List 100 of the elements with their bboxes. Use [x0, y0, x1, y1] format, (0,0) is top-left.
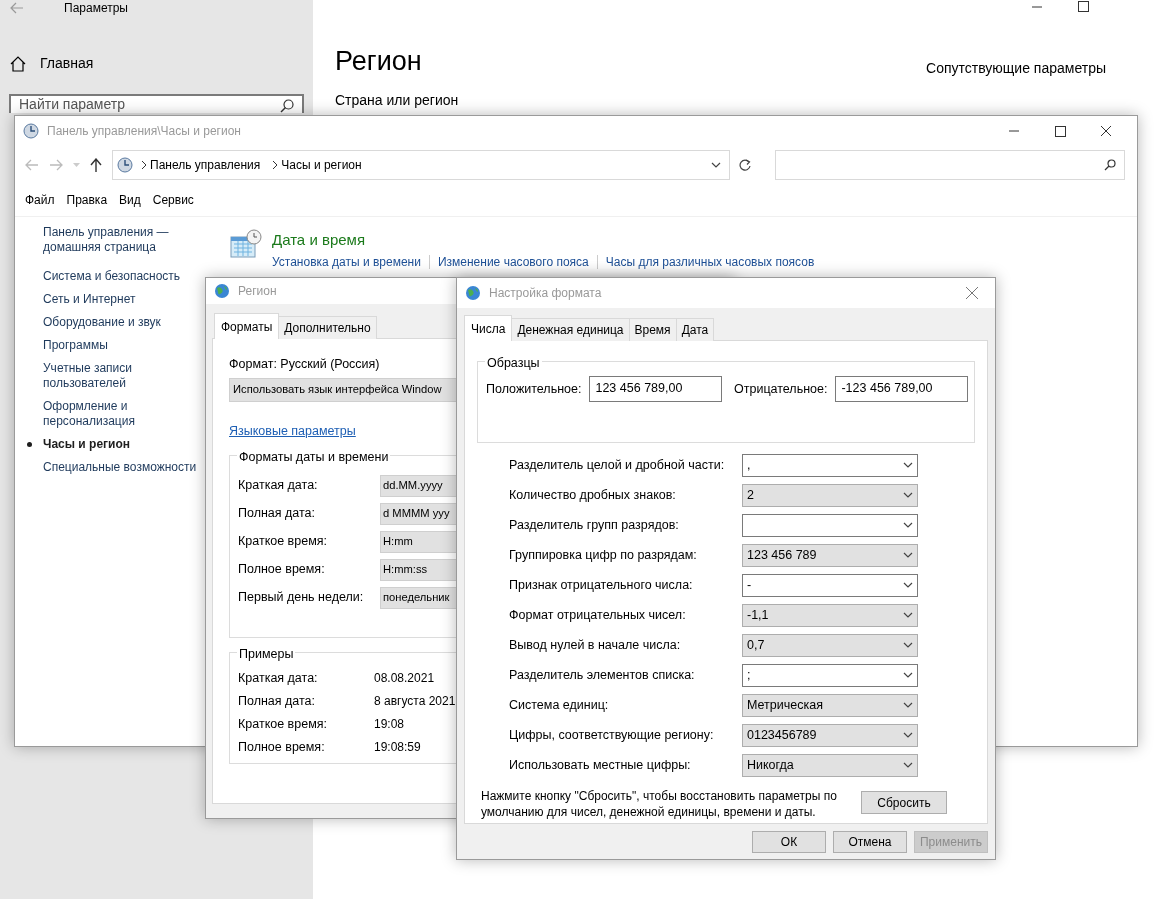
sidebar-link[interactable]: Панель управления — домашняя страница	[43, 225, 203, 255]
task-link[interactable]: Изменение часового пояса	[437, 252, 589, 271]
nav-link[interactable]: Главная	[40, 53, 94, 74]
format-dropdown[interactable]: понедельник	[380, 586, 456, 609]
field-label: Количество дробных знаков:	[509, 486, 677, 504]
address-bar[interactable]: Панель управления Часы и регион	[112, 150, 730, 180]
page-heading: Регион	[335, 45, 423, 78]
combo-field[interactable]: ;	[742, 663, 918, 687]
dropdown[interactable]: Никогда	[742, 753, 918, 777]
chevron-down-icon	[903, 582, 913, 588]
combo-field[interactable]: -	[742, 573, 918, 597]
section-heading: Страна или регион	[335, 91, 459, 110]
dialog-button[interactable]: ОК	[752, 831, 826, 853]
sidebar-link[interactable]: Система и безопасность	[43, 269, 203, 284]
format-dropdown[interactable]: dd.MM.yyyy	[380, 474, 456, 497]
chevron-down-icon	[903, 462, 913, 468]
up-button[interactable]	[90, 158, 102, 172]
dropdown[interactable]: 2	[742, 483, 918, 507]
field-label: Цифры, соответствующие региону:	[509, 726, 715, 744]
chevron-down-icon	[903, 732, 913, 738]
example-value: 19:08	[374, 716, 405, 733]
chevron-down-icon	[903, 552, 913, 558]
sidebar-link[interactable]: Специальные возможности	[43, 460, 203, 475]
field-label: Признак отрицательного числа:	[509, 576, 694, 594]
tab[interactable]: Числа	[464, 315, 513, 341]
dropdown[interactable]: 0123456789	[742, 723, 918, 747]
chevron-down-icon	[903, 672, 913, 678]
field-label: Система единиц:	[509, 696, 610, 714]
field-label: Положительное:	[486, 380, 582, 398]
globe-icon	[465, 285, 481, 301]
category-heading[interactable]: Дата и время	[272, 229, 815, 252]
chevron-right-icon	[141, 161, 146, 169]
tab[interactable]: Денежная единица	[511, 318, 630, 341]
field-label: Полная дата:	[238, 692, 317, 710]
sidebar-link[interactable]: Программы	[43, 338, 203, 353]
chevron-down-icon	[711, 162, 721, 168]
sidebar-link[interactable]: Учетные записи пользователей	[43, 361, 203, 391]
chevron-down-icon	[903, 492, 913, 498]
chevron-down-icon	[903, 762, 913, 768]
menu-item[interactable]: Файл	[19, 191, 61, 209]
search-icon	[1104, 159, 1116, 171]
breadcrumb-item[interactable]: Панель управления	[146, 156, 265, 174]
calendar-clock-icon	[230, 229, 262, 259]
back-arrow-icon	[25, 159, 39, 171]
sidebar-link[interactable]: Оформление и персонализация	[43, 399, 203, 429]
back-arrow-icon[interactable]	[10, 2, 24, 14]
field-label: Вывод нулей в начале числа:	[509, 636, 682, 654]
home-icon[interactable]	[10, 55, 26, 72]
tab[interactable]: Дата	[675, 318, 715, 341]
search-input[interactable]: Найти параметр	[19, 96, 280, 113]
task-link[interactable]: Установка даты и времени	[272, 252, 421, 271]
sidebar-link[interactable]: Оборудование и звук	[43, 315, 203, 330]
hint-text: Нажмите кнопку "Сбросить", чтобы восстановить параметры по умолчанию для чисел, денежной единицы, времени и даты.	[481, 788, 838, 820]
chevron-down-icon	[73, 163, 80, 167]
menu-item[interactable]: Сервис	[146, 191, 200, 209]
menu-item[interactable]: Вид	[113, 191, 147, 209]
field-label: Группировка цифр по разрядам:	[509, 546, 698, 564]
tab[interactable]: Дополнительно	[278, 316, 377, 339]
close-icon	[966, 287, 978, 299]
dropdown[interactable]: -1,1	[742, 603, 918, 627]
forward-arrow-icon	[49, 159, 63, 171]
dropdown[interactable]: 123 456 789	[742, 543, 918, 567]
format-dropdown[interactable]: H:mm	[380, 530, 456, 553]
window-title: Параметры	[64, 0, 128, 17]
group-title: Образцы	[485, 354, 542, 373]
window-title: Панель управления\Часы и регион	[47, 123, 241, 140]
search-field[interactable]: Найти параметр	[9, 94, 304, 113]
breadcrumb-item[interactable]: Часы и регион	[277, 156, 366, 174]
field-label: Формат отрицательных чисел:	[509, 606, 687, 624]
combo-field[interactable]	[742, 513, 918, 537]
dropdown[interactable]: 0,7	[742, 633, 918, 657]
chevron-down-icon	[903, 522, 913, 528]
sidebar-link[interactable]: Сеть и Интернет	[43, 292, 203, 307]
format-dropdown[interactable]: H:mm:ss	[380, 558, 456, 581]
field-label: Использовать местные цифры:	[509, 756, 692, 774]
tab[interactable]: Время	[628, 318, 677, 341]
format-dropdown[interactable]: d MMMM yyy	[380, 502, 456, 525]
example-value: 08.08.2021	[374, 670, 435, 687]
field-label: Краткое время:	[238, 715, 328, 733]
dropdown[interactable]: Метрическая	[742, 693, 918, 717]
menu-item[interactable]: Правка	[60, 191, 114, 209]
dialog-button[interactable]: Отмена	[833, 831, 907, 853]
combo-field[interactable]: ,	[742, 453, 918, 477]
section-heading: Сопутствующие параметры	[926, 59, 1106, 78]
close-icon[interactable]	[1101, 126, 1111, 136]
sample-field: -123 456 789,00	[835, 376, 968, 402]
task-link[interactable]: Часы для различных часовых поясов	[605, 252, 815, 271]
sample-field: 123 456 789,00	[589, 376, 722, 402]
chevron-down-icon	[903, 612, 913, 618]
tab[interactable]: Форматы	[214, 313, 280, 339]
chevron-down-icon	[903, 702, 913, 708]
format-dropdown[interactable]: Использовать язык интерфейса Window	[229, 377, 456, 402]
example-value: 19:08:59	[374, 739, 421, 756]
window-title: Регион	[238, 283, 277, 300]
reset-button[interactable]: Сбросить	[861, 791, 947, 814]
chevron-down-icon	[903, 642, 913, 648]
minimize-icon	[1009, 130, 1019, 132]
sidebar-link[interactable]: Часы и регион	[43, 437, 203, 452]
settings-link[interactable]: Языковые параметры	[229, 421, 356, 441]
field-label: Первый день недели:	[238, 589, 365, 607]
